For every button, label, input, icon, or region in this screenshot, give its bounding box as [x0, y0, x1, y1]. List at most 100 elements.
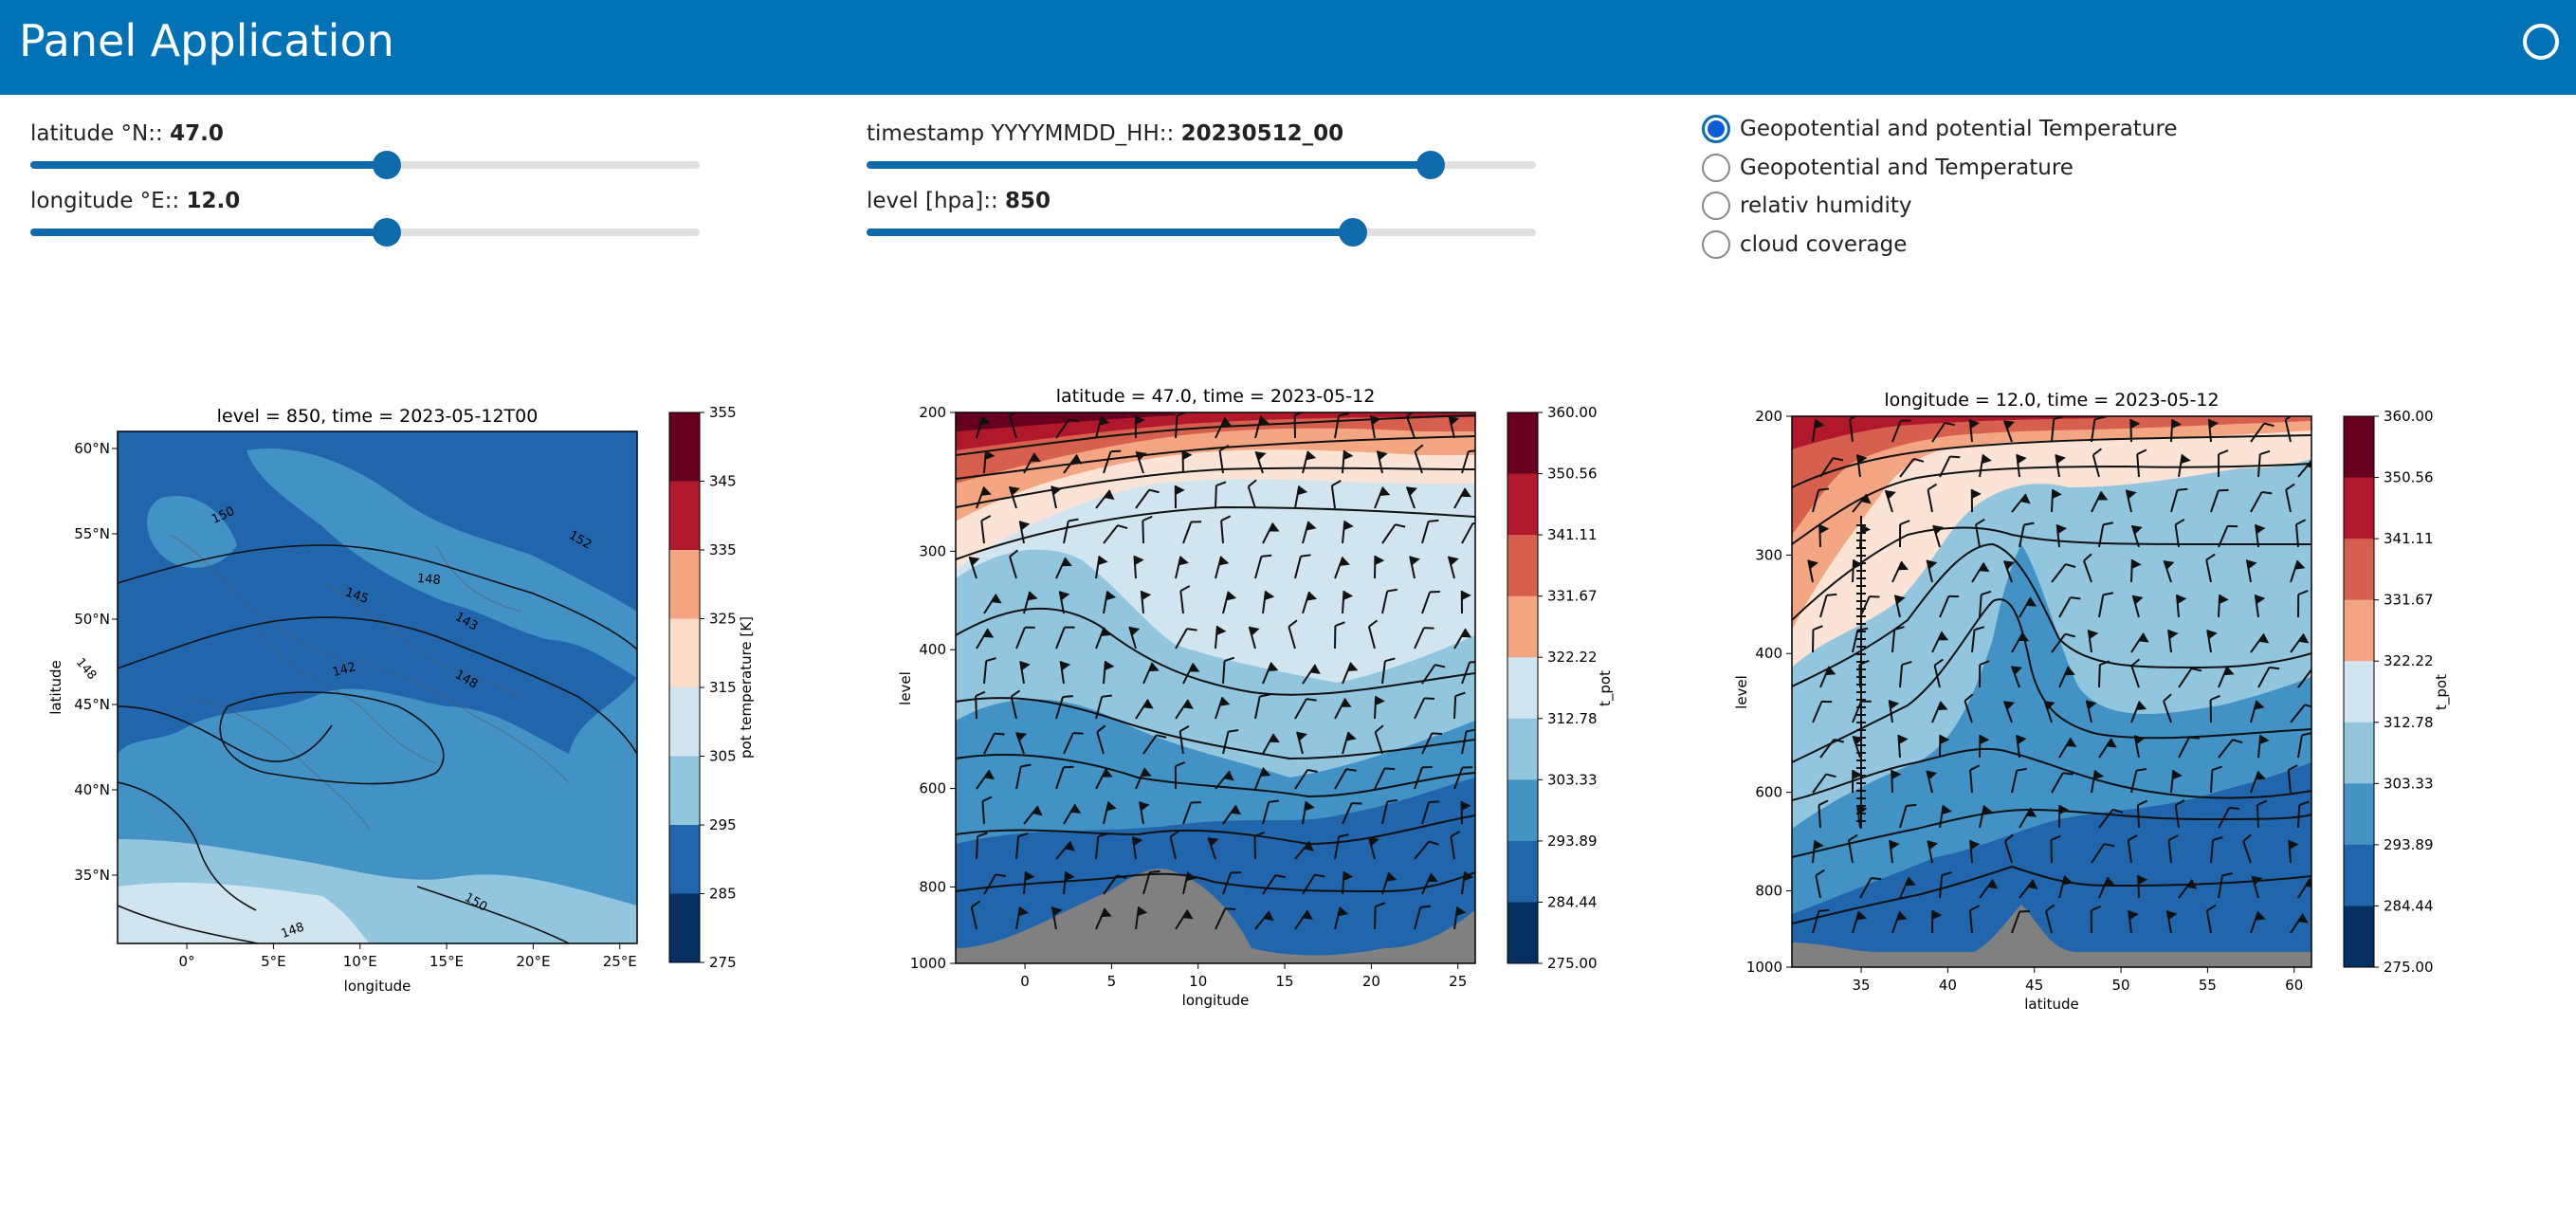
map-plot: level = 850, time = 2023-05-12T00 150148… [47, 404, 755, 995]
timestamp-slider-track[interactable] [867, 151, 1536, 179]
undefined-colorbar-band [669, 893, 700, 963]
undefined-colorbar-tick-label: 315 [709, 679, 737, 696]
radio-label[interactable]: cloud coverage [1740, 232, 1907, 257]
lat-crosssection-plot: latitude = 47.0, time = 2023-05-12 0 5 10 1… [897, 386, 1615, 1009]
radio-option-cloud-coverage[interactable]: cloud coverage [1702, 226, 2178, 265]
lon-section-colorbar-label: t_pot [2433, 674, 2451, 710]
undefined-colorbar-band [1507, 902, 1538, 964]
lat-section-y-tick-label: 300 [919, 542, 946, 559]
lat-section-y-tick-label: 200 [919, 404, 946, 421]
undefined-colorbar-tick-label: 305 [709, 748, 737, 765]
map-x-tick-label: 10°E [343, 953, 377, 970]
undefined-colorbar-tick-label: 293.89 [1547, 833, 1598, 850]
undefined-colorbar-tick-label: 284.44 [2384, 897, 2434, 914]
undefined-colorbar-band [669, 481, 700, 551]
app-header: Panel Application [0, 0, 2576, 95]
variable-radio-group: Geopotential and potential Temperature G… [1702, 110, 2178, 264]
undefined-colorbar-band [2344, 599, 2374, 662]
map-field [118, 431, 637, 943]
radio-button-icon[interactable] [1702, 153, 1730, 182]
undefined-colorbar-band [2344, 906, 2374, 968]
undefined-colorbar-tick-label: 345 [709, 473, 737, 490]
undefined-colorbar-band [2344, 539, 2374, 601]
level-slider-handle[interactable] [1339, 218, 1368, 247]
undefined-colorbar-band [669, 618, 700, 688]
lon-section-title: longitude = 12.0, time = 2023-05-12 [1884, 390, 2219, 411]
undefined-colorbar-tick-label: 355 [709, 404, 737, 421]
radio-option-geopotential-pot-temperature[interactable]: Geopotential and potential Temperature [1702, 110, 2178, 149]
level-value: 850 [1005, 189, 1051, 213]
radio-button-icon[interactable] [1702, 192, 1730, 221]
radio-label[interactable]: Geopotential and Temperature [1740, 156, 2074, 180]
undefined-colorbar-band [669, 412, 700, 482]
undefined-colorbar-band [2344, 661, 2374, 723]
longitude-slider-handle[interactable] [373, 218, 402, 247]
lat-section-y-tick-label: 800 [919, 878, 946, 895]
latitude-slider-track[interactable] [30, 151, 700, 179]
lat-section-x-tick-label: 10 [1189, 973, 1207, 990]
map-y-tick-label: 35°N [74, 867, 110, 884]
lon-section-x-tick-label: 50 [2112, 977, 2130, 994]
map-x-ticks: 0° 5°E 10°E 15°E 20°E 25°E [179, 943, 637, 970]
lat-section-ylabel: level [897, 671, 914, 705]
map-y-tick-label: 60°N [74, 440, 110, 457]
lon-section-x-tick-label: 40 [1939, 977, 1957, 994]
contour-label: 148 [73, 655, 99, 683]
undefined-colorbar-band [1507, 595, 1538, 658]
lon-section-x-tick-label: 35 [1853, 977, 1871, 994]
lon-section-colorbar [2343, 415, 2375, 968]
lat-section-y-tick-label: 400 [919, 641, 946, 658]
undefined-colorbar-tick-label: 312.78 [2384, 714, 2434, 731]
map-y-tick-label: 40°N [74, 781, 110, 798]
timestamp-slider[interactable]: timestamp YYYYMMDD_HH:: 20230512_00 [867, 121, 1536, 179]
lon-section-x-tick-label: 60 [2285, 977, 2303, 994]
undefined-colorbar-tick-label: 350.56 [1547, 466, 1598, 483]
map-y-tick-label: 45°N [74, 696, 110, 713]
undefined-colorbar-band [2344, 783, 2374, 846]
undefined-colorbar-tick-label: 285 [709, 886, 737, 903]
lon-section-y-tick-label: 300 [1755, 546, 1782, 563]
radio-button-icon[interactable] [1702, 115, 1730, 144]
undefined-colorbar-band [2344, 722, 2374, 784]
lat-section-x-tick-label: 25 [1449, 973, 1467, 990]
undefined-colorbar-band [1507, 840, 1538, 903]
lon-section-y-tick-label: 600 [1755, 784, 1782, 801]
radio-label[interactable]: relativ humidity [1740, 193, 1911, 218]
latitude-slider[interactable]: latitude °N:: 47.0 [30, 121, 700, 179]
radio-label[interactable]: Geopotential and potential Temperature [1740, 117, 2178, 141]
level-slider-track[interactable] [867, 218, 1536, 247]
map-colorbar-ticks: 355 345 335 325 315 305 295 285 275 [700, 404, 737, 971]
busy-indicator-icon [2523, 24, 2559, 60]
radio-option-geopotential-temperature[interactable]: Geopotential and Temperature [1702, 149, 2178, 188]
undefined-colorbar-tick-label: 360.00 [1547, 404, 1598, 421]
lon-crosssection-plot: longitude = 12.0, time = 2023-05-12 35 40… [1733, 390, 2451, 1013]
undefined-colorbar-band [1507, 412, 1538, 475]
lon-section-colorbar-ticks: 360.00 350.56 341.11 331.67 322.22 312.78 303.… [2374, 408, 2434, 976]
lon-section-x-tick-label: 45 [2025, 977, 2043, 994]
radio-button-icon[interactable] [1702, 229, 1730, 259]
map-x-tick-label: 0° [179, 953, 195, 970]
undefined-colorbar-tick-label: 284.44 [1547, 893, 1598, 910]
level-slider[interactable]: level [hpa]:: 850 [867, 189, 1536, 247]
longitude-slider-track[interactable] [30, 218, 700, 247]
timestamp-slider-handle[interactable] [1416, 151, 1446, 179]
undefined-colorbar-tick-label: 275.00 [1547, 955, 1598, 972]
contour-label: 148 [416, 572, 441, 588]
lon-section-x-ticks: 35 40 45 50 55 60 [1853, 967, 2303, 994]
undefined-colorbar-tick-label: 303.33 [1547, 771, 1598, 788]
lon-section-field [1792, 416, 2311, 967]
lon-section-y-tick-label: 1000 [1746, 959, 1782, 976]
longitude-slider[interactable]: longitude °E:: 12.0 [30, 189, 700, 247]
map-x-tick-label: 15°E [429, 953, 464, 970]
radio-option-relative-humidity[interactable]: relativ humidity [1702, 187, 2178, 226]
undefined-colorbar-tick-label: 341.11 [1547, 526, 1598, 543]
latitude-slider-label: latitude °N:: 47.0 [30, 121, 224, 146]
lon-section-y-tick-label: 400 [1755, 645, 1782, 662]
latitude-slider-handle[interactable] [373, 151, 402, 179]
undefined-colorbar-tick-label: 312.78 [1547, 710, 1598, 727]
undefined-colorbar-band [1507, 535, 1538, 597]
longitude-value: 12.0 [186, 189, 241, 213]
undefined-colorbar-tick-label: 275 [709, 954, 737, 971]
lat-section-xlabel: longitude [1182, 992, 1250, 1009]
undefined-colorbar-tick-label: 325 [709, 611, 737, 628]
